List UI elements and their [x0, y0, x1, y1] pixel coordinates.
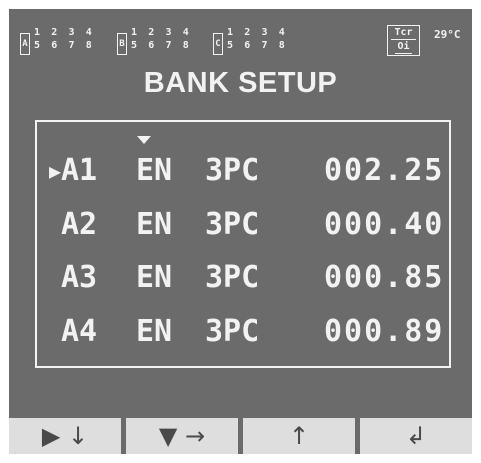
bank-id: A3: [61, 260, 98, 295]
bank-row-a4[interactable]: A4 EN 3PC 000.89: [9, 312, 472, 352]
bank-row-a3[interactable]: A3 EN 3PC 000.85: [9, 258, 472, 298]
bank-b-slots: 1 2 3 4 5 6 7 8: [131, 26, 191, 52]
bank-id: A1: [61, 153, 98, 188]
enable-field[interactable]: EN: [136, 312, 172, 352]
enable-field[interactable]: EN: [136, 151, 172, 191]
mode-field[interactable]: 3PC: [205, 258, 259, 298]
value-field[interactable]: 000.40: [324, 205, 444, 245]
bank-c-slots-top: 1 2 3 4: [227, 27, 288, 38]
bank-row-a2[interactable]: A2 EN 3PC 000.40: [9, 205, 472, 245]
mode-field[interactable]: 3PC: [205, 151, 259, 191]
mode-field[interactable]: 3PC: [205, 312, 259, 352]
bank-c-slots: 1 2 3 4 5 6 7 8: [227, 26, 287, 52]
enable-field[interactable]: EN: [136, 258, 172, 298]
bank-b-slots-top: 1 2 3 4: [131, 27, 192, 38]
softkey-enter[interactable]: ↲: [360, 418, 472, 454]
bank-a-indicator: A: [20, 33, 30, 55]
bank-b-indicator: B: [117, 33, 127, 55]
enable-field[interactable]: EN: [136, 205, 172, 245]
status-bar: A 1 2 3 4 5 6 7 8 B 1 2 3 4 5 6 7 8 C 1 …: [9, 9, 472, 67]
bank-a-slots-top: 1 2 3 4: [34, 27, 95, 38]
value-field[interactable]: 000.85: [324, 258, 444, 298]
softkey-bar: ▶ ↓ ▼ → ↑ ↲: [9, 418, 472, 454]
softkey-next-field[interactable]: ▼ →: [126, 418, 238, 454]
value-field[interactable]: 002.25: [324, 151, 444, 191]
mode-field[interactable]: 3PC: [205, 205, 259, 245]
bank-c-slots-bottom: 5 6 7 8: [227, 40, 288, 51]
tcr-label: Tcr: [391, 27, 416, 40]
temperature-readout: 29°C: [434, 28, 461, 41]
tcr-indicator: Tcr Oi: [387, 25, 420, 56]
bank-b-slots-bottom: 5 6 7 8: [131, 40, 192, 51]
bank-a-slots-bottom: 5 6 7 8: [34, 40, 95, 51]
column-selector-icon: [137, 136, 151, 144]
softkey-select-down[interactable]: ▶ ↓: [9, 418, 121, 454]
bank-id: A2: [61, 207, 98, 242]
tcr-sub-label: Oi: [395, 41, 412, 54]
row-cursor-icon: ▶: [49, 159, 62, 183]
bank-c-indicator: C: [213, 33, 223, 55]
bank-id: A4: [61, 314, 98, 349]
bank-row-a1[interactable]: ▶ A1 EN 3PC 002.25: [9, 151, 472, 191]
softkey-up[interactable]: ↑: [243, 418, 355, 454]
bank-a-slots: 1 2 3 4 5 6 7 8: [34, 26, 94, 52]
lcd-screen: A 1 2 3 4 5 6 7 8 B 1 2 3 4 5 6 7 8 C 1 …: [9, 9, 472, 454]
value-field[interactable]: 000.89: [324, 312, 444, 352]
page-title: BANK SETUP: [143, 67, 338, 99]
